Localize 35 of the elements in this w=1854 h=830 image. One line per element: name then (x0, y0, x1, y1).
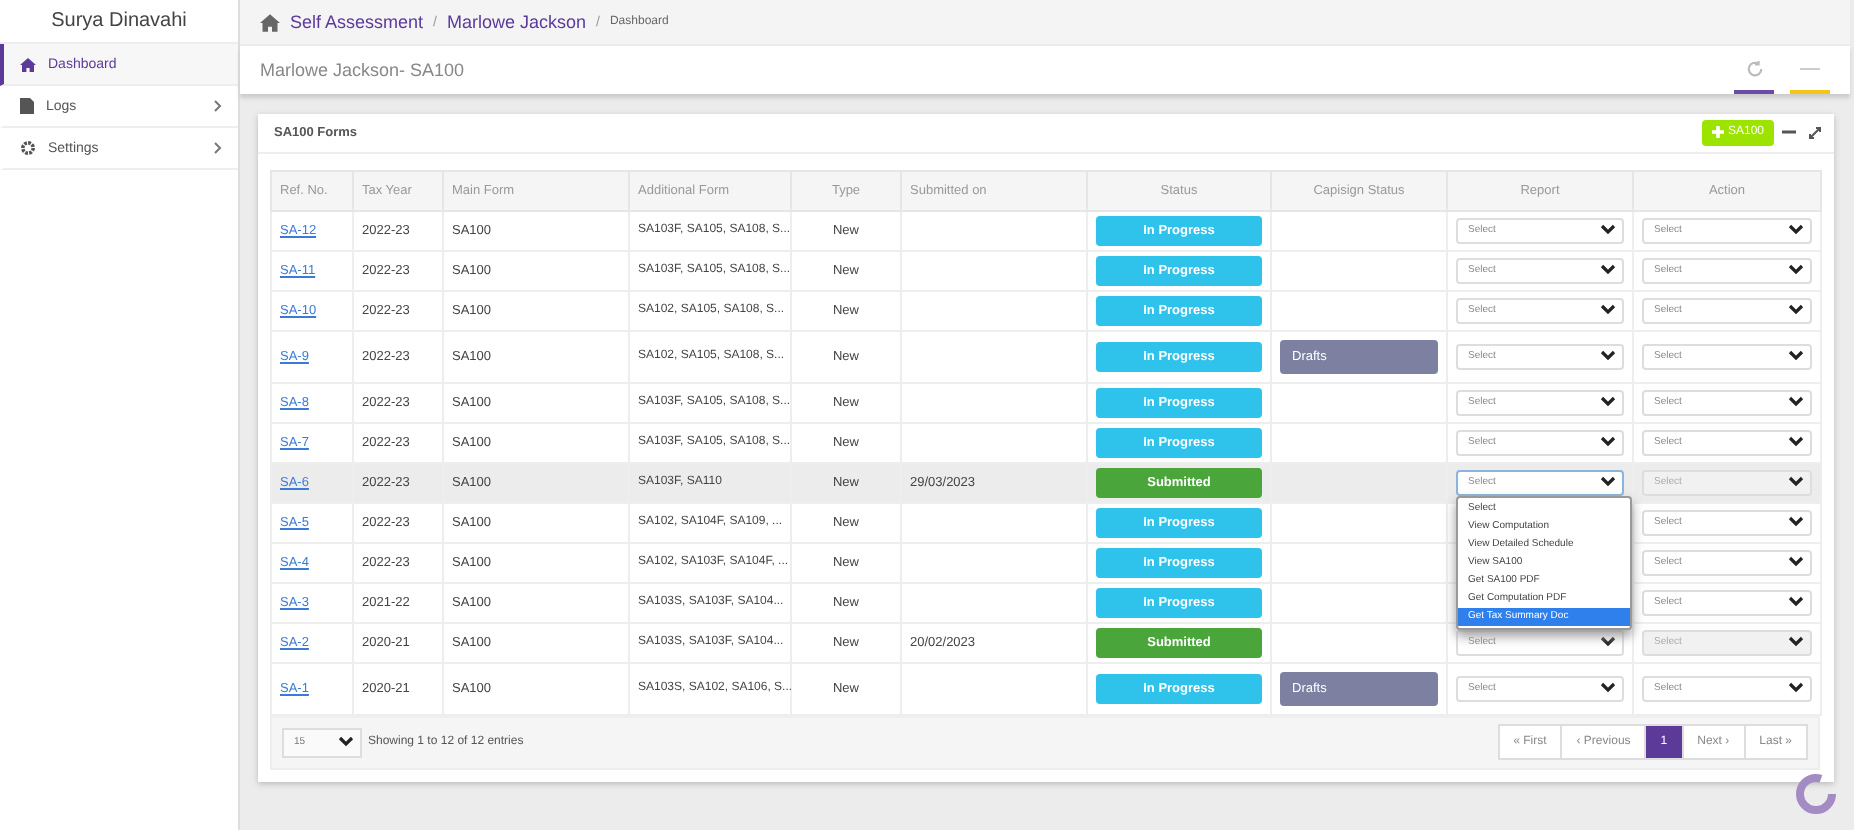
chevron-down-icon (1600, 436, 1616, 449)
minimize-icon[interactable] (1782, 128, 1796, 137)
page-title: Marlowe Jackson- SA100 (260, 60, 467, 80)
chevron-down-icon (1788, 596, 1804, 609)
home-icon (20, 57, 36, 71)
chevron-down-icon (1600, 396, 1616, 409)
chevron-down-icon (338, 736, 354, 749)
loading-spinner-icon (1794, 772, 1838, 816)
gear-icon (20, 140, 36, 156)
chevron-down-icon (1788, 476, 1804, 489)
chevron-down-icon (1788, 224, 1804, 237)
fullscreen-icon[interactable] (1808, 125, 1822, 140)
chevron-down-icon (1788, 682, 1804, 695)
chevron-down-icon (1788, 264, 1804, 277)
chevron-down-icon (1600, 264, 1616, 277)
chevron-down-icon (1600, 636, 1616, 649)
chevron-down-icon (1788, 516, 1804, 529)
breadcrumb-link[interactable]: Self Assessment (290, 12, 424, 32)
breadcrumb-link[interactable]: Marlowe Jackson (446, 12, 587, 32)
chevron-down-icon (1788, 436, 1804, 449)
plus-icon (1711, 126, 1724, 139)
chevron-down-icon (1600, 350, 1616, 363)
chevron-right-icon (214, 142, 222, 154)
chevron-down-icon (1788, 636, 1804, 649)
chevron-down-icon (1600, 224, 1616, 237)
chevron-down-icon (1788, 350, 1804, 363)
document-icon (20, 98, 34, 114)
home-icon (260, 13, 280, 31)
chevron-down-icon (1788, 556, 1804, 569)
chevron-right-icon (214, 100, 222, 112)
chevron-down-icon (1788, 396, 1804, 409)
chevron-down-icon (1788, 304, 1804, 317)
chevron-down-icon (1600, 682, 1616, 695)
chevron-down-icon (1600, 304, 1616, 317)
chevron-down-icon (1600, 476, 1616, 489)
